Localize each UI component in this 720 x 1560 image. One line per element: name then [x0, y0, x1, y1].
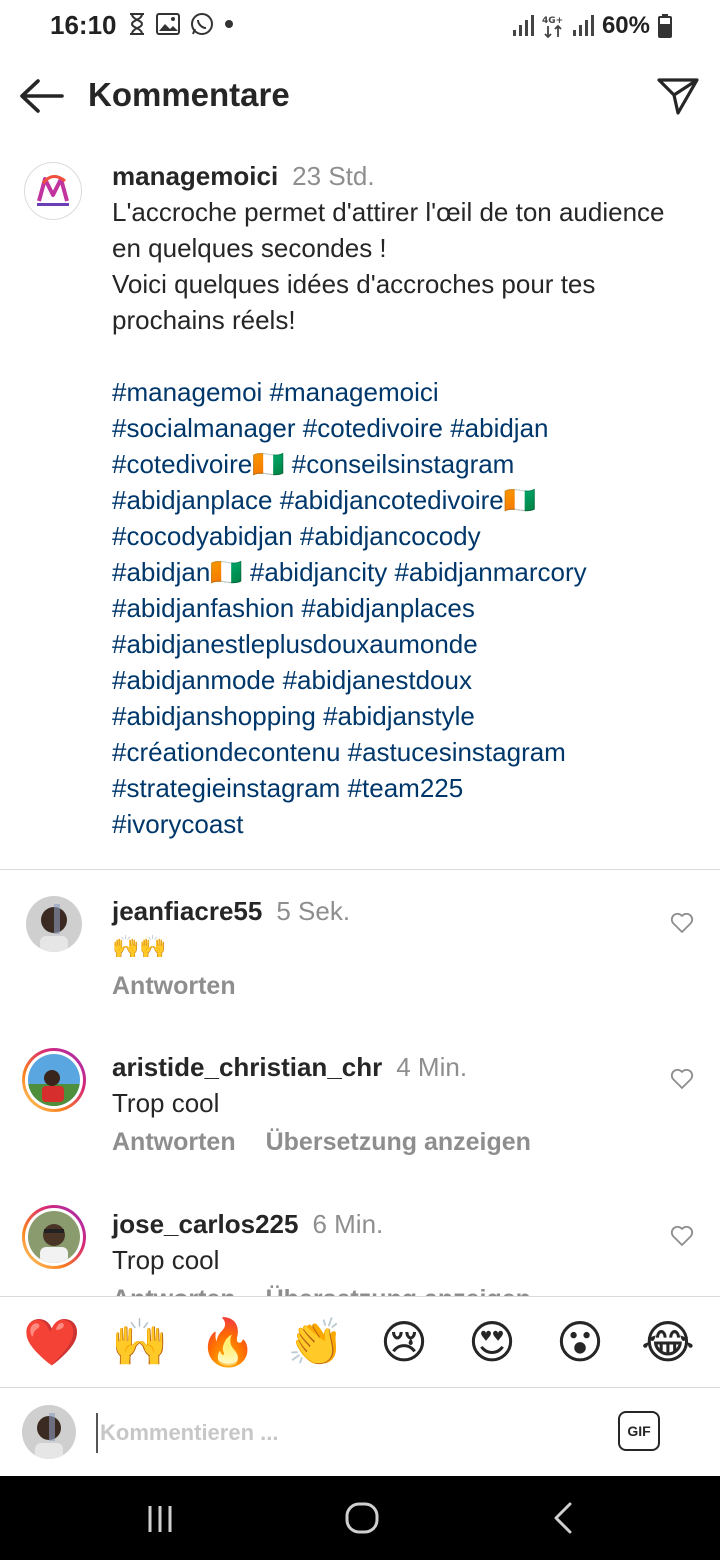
- heart-outline-icon[interactable]: [670, 1225, 694, 1247]
- comments-list: jeanfiacre55 5 Sek. 🙌🙌 Antworten aristide…: [0, 870, 720, 1296]
- battery-icon: [658, 14, 672, 38]
- hashtag-line[interactable]: #ivorycoast: [112, 806, 692, 842]
- hashtag-line[interactable]: #managemoi #managemoici: [112, 374, 692, 410]
- arrow-left-icon[interactable]: [18, 76, 66, 116]
- hashtag-line[interactable]: #cocodyabidjan #abidjancocody: [112, 518, 692, 554]
- brand-logo-icon: [37, 175, 69, 206]
- reply-button[interactable]: Antworten: [112, 1285, 236, 1296]
- hourglass-icon: [130, 13, 144, 35]
- recent-apps-icon[interactable]: [140, 1498, 180, 1538]
- dot-icon: [225, 20, 233, 28]
- avatar[interactable]: [22, 1205, 86, 1269]
- status-bar: 16:10 4G+ 60%: [0, 0, 720, 56]
- emoji-reaction-bar: ❤️ 🙌 🔥 👏 😢 😍 😮 😂: [0, 1296, 720, 1388]
- comment-item: jose_carlos225 6 Min. Trop cool Antworten…: [0, 1183, 720, 1296]
- translate-button[interactable]: Übersetzung anzeigen: [266, 1128, 531, 1156]
- caption-body: managemoici 23 Std. L'accroche permet d'a…: [112, 158, 692, 842]
- comment-actions: Antworten Übersetzung anzeigen: [112, 1128, 531, 1157]
- profile-photo-icon: [26, 896, 82, 952]
- comment-header: jose_carlos225 6 Min.: [112, 1207, 383, 1241]
- comment-header: aristide_christian_chr 4 Min.: [112, 1050, 467, 1084]
- heart-outline-icon[interactable]: [670, 912, 694, 934]
- timestamp: 6 Min.: [312, 1209, 384, 1239]
- avatar: [22, 1405, 76, 1459]
- timestamp: 5 Sek.: [276, 896, 351, 926]
- reply-button[interactable]: Antworten: [112, 1128, 236, 1156]
- timestamp: 23 Std.: [292, 161, 375, 191]
- reply-button[interactable]: Antworten: [112, 972, 236, 1000]
- hashtag-line[interactable]: #abidjanmode #abidjanestdoux: [112, 662, 692, 698]
- gif-button[interactable]: GIF: [618, 1411, 660, 1451]
- comment-input[interactable]: Kommentieren ...: [96, 1413, 576, 1453]
- username[interactable]: jose_carlos225: [112, 1209, 298, 1239]
- hashtag-line[interactable]: #abidjanplace #abidjancotedivoire🇨🇮: [112, 482, 692, 518]
- comment-composer: Kommentieren ... GIF: [0, 1389, 720, 1475]
- hashtag-line[interactable]: #créationdecontenu #astucesinstagram: [112, 734, 692, 770]
- hashtag-line[interactable]: #abidjanshopping #abidjanstyle: [112, 698, 692, 734]
- status-time: 16:10: [50, 10, 117, 40]
- comment-item: aristide_christian_chr 4 Min. Trop cool A…: [0, 1026, 720, 1176]
- timestamp: 4 Min.: [396, 1052, 468, 1082]
- emoji-button[interactable]: 👏: [284, 1317, 348, 1367]
- system-nav-bar: [0, 1476, 720, 1560]
- emoji-button[interactable]: 🙌: [108, 1317, 172, 1367]
- home-icon[interactable]: [342, 1498, 382, 1538]
- comment-actions: Antworten Übersetzung anzeigen: [112, 1285, 531, 1296]
- translate-button[interactable]: Übersetzung anzeigen: [266, 1285, 531, 1296]
- status-system-icons: 4G+ 60%: [512, 12, 672, 40]
- hashtag-line[interactable]: #socialmanager #cotedivoire #abidjan: [112, 410, 692, 446]
- signal-icon-2: [572, 15, 594, 36]
- battery-percent: 60%: [601, 12, 650, 39]
- app-header: Kommentare: [0, 56, 720, 136]
- hashtag-line[interactable]: #abidjan🇨🇮 #abidjancity #abidjanmarcory: [112, 554, 692, 590]
- comment-text: Trop cool: [112, 1245, 220, 1275]
- username[interactable]: jeanfiacre55: [112, 896, 262, 926]
- avatar[interactable]: [24, 162, 82, 220]
- back-nav-icon[interactable]: [544, 1498, 584, 1538]
- network-4g-icon: 4G+: [542, 16, 563, 39]
- hashtag-list: #managemoi #managemoici #socialmanager #c…: [112, 374, 692, 842]
- emoji-button[interactable]: 😂: [636, 1317, 700, 1367]
- profile-photo-icon: [22, 1405, 76, 1459]
- status-notification-icons: [128, 12, 234, 36]
- gallery-icon: [156, 13, 180, 35]
- comment-actions: Antworten: [112, 972, 236, 1001]
- whatsapp-icon: [191, 13, 213, 35]
- comment-text: 🙌🙌: [112, 934, 167, 959]
- hashtag-line[interactable]: #abidjanfashion #abidjanplaces: [112, 590, 692, 626]
- avatar[interactable]: [26, 896, 82, 952]
- emoji-button[interactable]: 😮: [548, 1317, 612, 1367]
- username[interactable]: aristide_christian_chr: [112, 1052, 382, 1082]
- comment-header: jeanfiacre55 5 Sek.: [112, 894, 350, 928]
- profile-photo-icon: [28, 1211, 80, 1263]
- emoji-button[interactable]: 😢: [372, 1317, 436, 1367]
- hashtag-line[interactable]: #abidjanestleplusdouxaumonde: [112, 626, 692, 662]
- comment-text: Trop cool: [112, 1088, 220, 1118]
- heart-outline-icon[interactable]: [670, 1068, 694, 1090]
- emoji-button[interactable]: ❤️: [20, 1317, 84, 1367]
- paper-plane-icon[interactable]: [656, 76, 700, 116]
- caption-text: L'accroche permet d'attirer l'œil de ton…: [112, 197, 665, 335]
- profile-photo-icon: [28, 1054, 80, 1106]
- avatar[interactable]: [22, 1048, 86, 1112]
- hashtag-line[interactable]: #cotedivoire🇨🇮 #conseilsinstagram: [112, 446, 692, 482]
- signal-icon: [512, 15, 534, 36]
- emoji-button[interactable]: 😍: [460, 1317, 524, 1367]
- hashtag-line[interactable]: #strategieinstagram #team225: [112, 770, 692, 806]
- username[interactable]: managemoici: [112, 161, 278, 191]
- comment-item: jeanfiacre55 5 Sek. 🙌🙌 Antworten: [0, 870, 720, 1020]
- page-title: Kommentare: [88, 76, 290, 113]
- svg-text:4G+: 4G+: [542, 16, 563, 26]
- emoji-button[interactable]: 🔥: [196, 1317, 260, 1367]
